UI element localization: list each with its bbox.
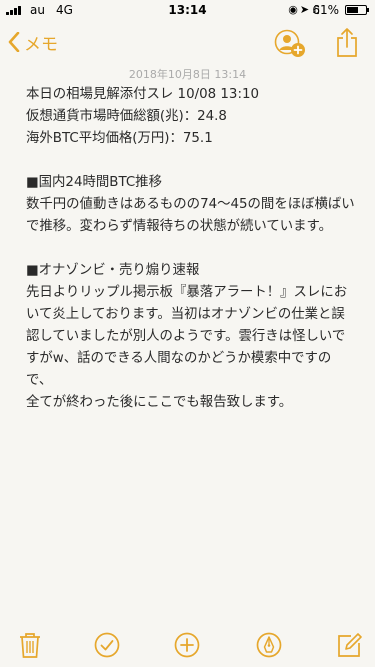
note-line: 認していましたが別人のようです。雲行きは怪しいで [26, 329, 346, 344]
note-line: で推移。変わらず情報待ちの状態が続いています。 [26, 219, 332, 234]
note-line: 全てが終わった後にここでも報告致します。 [26, 395, 293, 410]
share-icon [337, 28, 357, 57]
checklist-button[interactable] [93, 631, 121, 659]
trash-icon [20, 633, 40, 658]
status-bar: au 4G 13:14 ◉➤♫ 61% [0, 0, 375, 20]
compose-icon [338, 633, 362, 657]
note-line: 仮想通貨市場時価総額(兆)：24.8 [26, 109, 227, 124]
back-button[interactable]: メモ [8, 28, 58, 56]
note-date: 2018年10月8日 13:14 [128, 68, 247, 81]
add-icon [174, 632, 200, 658]
note-line: いて炎上しております。当初はオナゾンビの仕業と誤 [26, 307, 345, 322]
compose-button[interactable] [335, 631, 363, 659]
note-line: 本日の相場見解添付スレ 10/08 13:10 [26, 87, 259, 102]
delete-button[interactable] [16, 631, 44, 659]
navigation-bar: メモ [0, 20, 375, 64]
checklist-icon [94, 632, 120, 658]
markup-icon [256, 632, 282, 658]
battery-percent: 61% [312, 3, 339, 17]
battery-icon [345, 5, 369, 15]
add-person-icon [274, 29, 305, 57]
add-people-button[interactable] [273, 29, 307, 59]
note-body[interactable]: 本日の相場見解添付スレ 10/08 13:10 仮想通貨市場時価総額(兆)：24… [26, 84, 356, 414]
note-line: すがw、話のできる人間なのかどうか模索中ですので、 [26, 351, 332, 388]
markup-button[interactable] [255, 631, 283, 659]
chevron-left-icon [8, 32, 20, 52]
note-line: 数千円の値動きはあるものの74〜45の間をほぼ横ばい [26, 197, 355, 212]
note-line: 先日よりリップル掲示板『暴落アラート！』スレにお [26, 285, 348, 300]
section-heading: ■オナゾンビ・売り煽り速報 [26, 263, 200, 278]
location-icon: ➤ [299, 3, 312, 16]
bottom-toolbar [0, 623, 375, 667]
orientation-lock-icon: ◉ [288, 3, 300, 16]
back-label: メモ [24, 34, 58, 55]
note-line: 海外BTC平均価格(万円)：75.1 [26, 131, 213, 146]
section-heading: ■国内24時間BTC推移 [26, 175, 162, 190]
add-attachment-button[interactable] [173, 631, 201, 659]
share-button[interactable] [334, 26, 360, 58]
